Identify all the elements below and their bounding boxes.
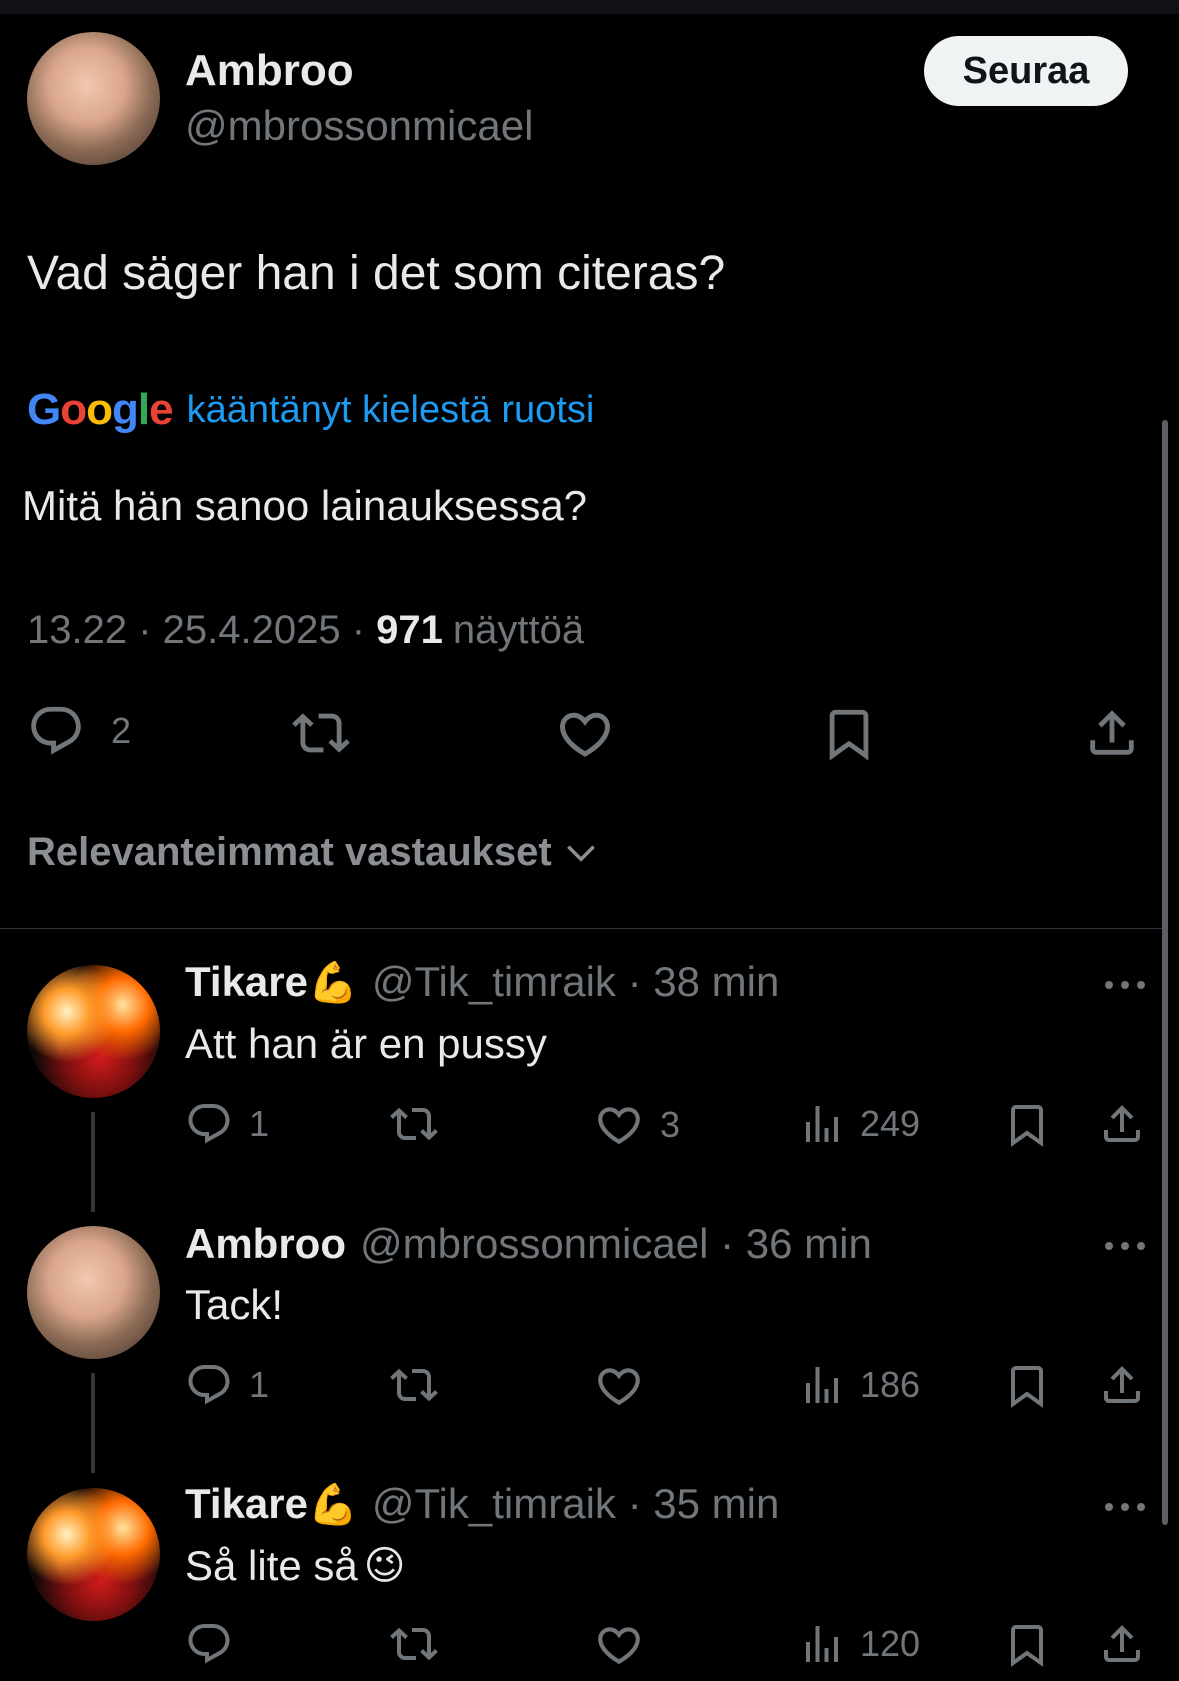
share-icon[interactable] bbox=[1098, 1361, 1146, 1409]
translation-source-link[interactable]: kääntänyt kielestä ruotsi bbox=[187, 389, 595, 432]
flexed-biceps-emoji: 💪 bbox=[308, 1482, 358, 1527]
reply-icon bbox=[185, 1100, 233, 1148]
status-bar-strip bbox=[0, 0, 1179, 14]
bookmark-icon[interactable] bbox=[1003, 1100, 1051, 1150]
replies-sort-selector[interactable]: Relevanteimmat vastaukset bbox=[27, 830, 600, 875]
reply-count: 1 bbox=[249, 1364, 270, 1405]
winking-face-emoji: 😉 bbox=[363, 1544, 406, 1588]
translation-attribution: Google kääntänyt kielestä ruotsi bbox=[27, 380, 594, 440]
reply-author-name[interactable]: Tikare bbox=[185, 1480, 308, 1528]
replies-sort-label: Relevanteimmat vastaukset bbox=[27, 830, 552, 874]
like-icon bbox=[594, 1100, 644, 1150]
reply-time[interactable]: 36 min bbox=[746, 1220, 872, 1268]
scrollbar[interactable] bbox=[1162, 420, 1168, 1525]
reply-header: Ambroo @mbrossonmicael · 36 min bbox=[185, 1220, 872, 1268]
tweet-text: Vad säger han i det som citeras? bbox=[27, 247, 726, 300]
chevron-down-icon bbox=[562, 834, 600, 872]
tweet-meta: 13.22 · 25.4.2025 · 971 näyttöä bbox=[27, 608, 584, 653]
reply-author-name[interactable]: Tikare bbox=[185, 958, 308, 1006]
reply-action[interactable]: 1 bbox=[185, 1361, 269, 1409]
like-icon[interactable] bbox=[594, 1361, 644, 1411]
views-label: näyttöä bbox=[452, 608, 585, 652]
bookmark-icon[interactable] bbox=[820, 704, 878, 764]
meta-separator: · bbox=[615, 1480, 654, 1527]
views-icon bbox=[798, 1361, 846, 1409]
view-count: 249 bbox=[860, 1103, 921, 1144]
translated-text: Mitä hän sanoo lainauksessa? bbox=[22, 482, 588, 529]
share-icon[interactable] bbox=[1098, 1620, 1146, 1668]
author-handle[interactable]: @mbrossonmicael bbox=[185, 102, 533, 150]
tweet-time[interactable]: 13.22 bbox=[27, 608, 127, 653]
more-icon[interactable] bbox=[1103, 1500, 1147, 1514]
share-icon[interactable] bbox=[1083, 704, 1141, 762]
view-count: 186 bbox=[860, 1364, 921, 1405]
retweet-icon[interactable] bbox=[388, 1620, 440, 1668]
google-logo: Google bbox=[27, 385, 174, 434]
reply-text: Så lite så 😉 bbox=[185, 1542, 405, 1590]
reply-handle[interactable]: @Tik_timraik bbox=[372, 958, 616, 1006]
reply-icon[interactable] bbox=[185, 1620, 233, 1668]
author-name[interactable]: Ambroo bbox=[185, 46, 354, 96]
bookmark-icon[interactable] bbox=[1003, 1620, 1051, 1670]
retweet-icon[interactable] bbox=[388, 1100, 440, 1148]
meta-separator: · bbox=[708, 1220, 746, 1267]
meta-separator: · bbox=[127, 608, 163, 652]
reply-header: Tikare 💪 @Tik_timraik · 38 min bbox=[185, 958, 779, 1006]
bookmark-icon[interactable] bbox=[1003, 1361, 1051, 1411]
reply-avatar[interactable] bbox=[27, 1226, 160, 1359]
reply-icon bbox=[185, 1361, 233, 1409]
reply-avatar[interactable] bbox=[27, 1488, 160, 1621]
divider bbox=[0, 928, 1162, 929]
views-icon bbox=[798, 1620, 846, 1668]
reply-text: Tack! bbox=[185, 1281, 284, 1328]
views-count: 971 bbox=[376, 608, 443, 652]
like-icon[interactable] bbox=[594, 1620, 644, 1670]
reply-count: 2 bbox=[111, 710, 132, 751]
reply-action[interactable]: 2 bbox=[27, 702, 131, 760]
reply-handle[interactable]: @Tik_timraik bbox=[372, 1480, 616, 1528]
tweet-date[interactable]: 25.4.2025 bbox=[163, 608, 341, 653]
view-count: 120 bbox=[860, 1623, 921, 1664]
reply-action[interactable]: 1 bbox=[185, 1100, 269, 1148]
author-avatar[interactable] bbox=[27, 32, 160, 165]
flexed-biceps-emoji: 💪 bbox=[308, 960, 358, 1005]
meta-separator: · bbox=[615, 958, 654, 1005]
like-count: 3 bbox=[660, 1104, 681, 1145]
like-icon[interactable] bbox=[555, 704, 615, 764]
views-action[interactable]: 249 bbox=[798, 1100, 920, 1148]
reply-time[interactable]: 35 min bbox=[653, 1480, 779, 1528]
more-icon[interactable] bbox=[1103, 1239, 1147, 1253]
reply-avatar[interactable] bbox=[27, 965, 160, 1098]
retweet-icon[interactable] bbox=[388, 1361, 440, 1409]
reply-author-name[interactable]: Ambroo bbox=[185, 1220, 346, 1268]
reply-handle[interactable]: @mbrossonmicael bbox=[360, 1220, 708, 1268]
more-icon[interactable] bbox=[1103, 978, 1147, 992]
reply-count: 1 bbox=[249, 1103, 270, 1144]
thread-line bbox=[91, 1112, 95, 1212]
views-icon bbox=[798, 1100, 846, 1148]
retweet-icon[interactable] bbox=[290, 704, 352, 762]
views-action[interactable]: 186 bbox=[798, 1361, 920, 1409]
reply-time[interactable]: 38 min bbox=[653, 958, 779, 1006]
views-action[interactable]: 120 bbox=[798, 1620, 920, 1668]
thread-line bbox=[91, 1373, 95, 1473]
reply-text: Att han är en pussy bbox=[185, 1020, 547, 1067]
reply-icon bbox=[27, 702, 85, 760]
follow-button[interactable]: Seuraa bbox=[924, 36, 1128, 106]
like-action[interactable]: 3 bbox=[594, 1100, 680, 1150]
reply-header: Tikare 💪 @Tik_timraik · 35 min bbox=[185, 1480, 779, 1528]
meta-separator: · bbox=[340, 608, 377, 652]
share-icon[interactable] bbox=[1098, 1100, 1146, 1148]
reply-text-content: Så lite så bbox=[185, 1542, 358, 1589]
